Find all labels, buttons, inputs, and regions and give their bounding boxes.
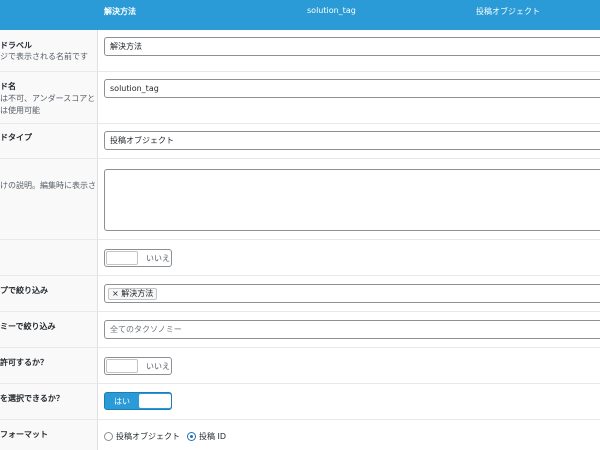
field-type-select[interactable]: 投稿オブジェクト [104,131,600,150]
toggle-knob [106,359,138,373]
row-title: ドタイプ [0,133,32,142]
post-type-multiselect[interactable] [104,284,600,303]
radio-checked-icon [187,432,196,441]
row-field-name: ド名 は不可、アンダースコアと は使用可能 solution_tag [0,72,600,124]
row-description: は不可、アンダースコアと [0,94,96,103]
field-label-input[interactable]: 解決方法 [104,37,600,56]
row-title: 許可するか？ [0,358,48,367]
row-title: プで絞り込み [0,286,48,295]
post-type-chip[interactable]: × 解決方法 [108,288,158,300]
toggle-knob [139,394,171,408]
row-filter-taxonomy: ミーで絞り込み 全てのタクソノミー [0,312,600,348]
row-title: ドラベル [0,41,32,50]
row-title: ド名 [0,82,16,91]
radio-unchecked-icon [104,432,113,441]
field-name-input[interactable]: solution_tag [104,79,600,98]
row-field-type: ドタイプ 投稿オブジェクト [0,124,600,159]
row-return-format: フォーマット 投稿オブジェクト 投稿 ID [0,420,600,450]
toggle-label: いいえ [146,362,170,371]
return-format-option-id[interactable]: 投稿 ID [187,431,226,442]
taxonomy-select[interactable]: 全てのタクソノミー [104,320,600,339]
toggle-label: いいえ [146,254,170,263]
required-toggle[interactable]: いいえ [104,249,172,267]
toggle-knob [106,251,138,265]
row-instructions: けの説明。編集時に表示さ [0,159,600,240]
row-title: を選択できるか？ [0,394,64,403]
field-header: 解決方法 solution_tag 投稿オブジェクト [0,0,600,30]
row-multiple: を選択できるか？ はい [0,384,600,420]
header-field-type: 投稿オブジェクト [476,7,540,16]
return-format-option-object[interactable]: 投稿オブジェクト [104,431,180,442]
row-description: は使用可能 [0,106,40,115]
row-filter-post-type: プで絞り込み × 解決方法 [0,276,600,312]
instructions-textarea[interactable] [104,169,600,231]
row-description: ジで表示される名前です [0,52,88,61]
row-required: いいえ [0,240,600,276]
row-title: ミーで絞り込み [0,322,56,331]
toggle-label: はい [114,397,130,406]
row-allow-null: 許可するか？ いいえ [0,348,600,384]
row-title: フォーマット [0,430,48,439]
row-description: けの説明。編集時に表示さ [0,181,96,190]
multiple-toggle[interactable]: はい [104,392,172,410]
header-field-label: 解決方法 [104,7,136,16]
header-field-name: solution_tag [307,6,356,15]
row-field-label: ドラベル ジで表示される名前です 解決方法 [0,30,600,72]
allow-null-toggle[interactable]: いいえ [104,357,172,375]
